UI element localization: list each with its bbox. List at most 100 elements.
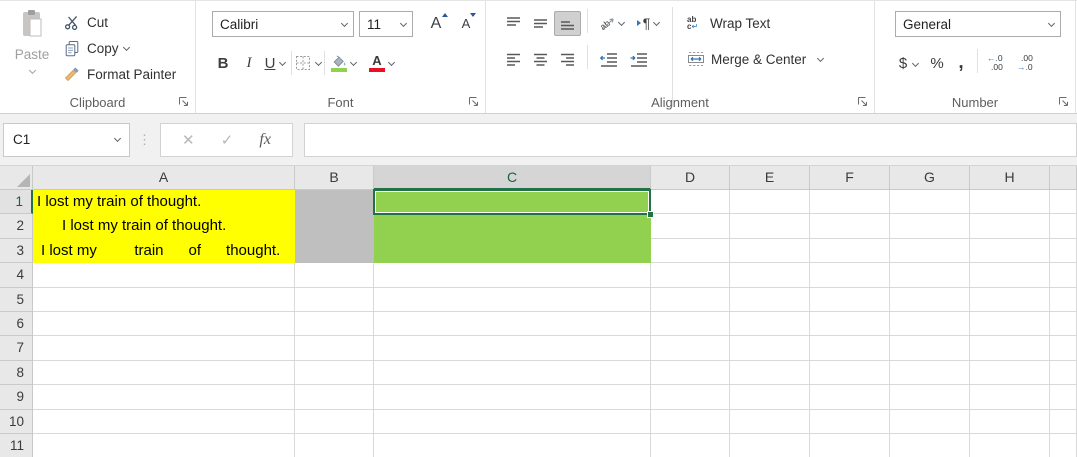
cell-x5[interactable] [1050, 288, 1077, 312]
cell-H6[interactable] [970, 312, 1050, 336]
decrease-font-size-button[interactable]: A [451, 11, 481, 37]
cell-B7[interactable] [295, 336, 374, 360]
cell-B9[interactable] [295, 385, 374, 409]
cell-G4[interactable] [890, 263, 970, 287]
cell-D9[interactable] [651, 385, 730, 409]
cell-C8[interactable] [374, 361, 651, 385]
cell-D11[interactable] [651, 434, 730, 457]
cell-H10[interactable] [970, 410, 1050, 434]
increase-font-size-button[interactable]: A [421, 11, 451, 37]
cell-D4[interactable] [651, 263, 730, 287]
cell-H9[interactable] [970, 385, 1050, 409]
cell-B4[interactable] [295, 263, 374, 287]
cell-E9[interactable] [730, 385, 810, 409]
col-header-D[interactable]: D [651, 166, 730, 190]
cell-F11[interactable] [810, 434, 890, 457]
cell-G5[interactable] [890, 288, 970, 312]
row-header-10[interactable]: 10 [0, 410, 33, 434]
formula-bar-splitter[interactable]: ⋮ [130, 132, 160, 148]
font-dialog-launcher[interactable] [467, 95, 481, 109]
cell-F10[interactable] [810, 410, 890, 434]
cell-H11[interactable] [970, 434, 1050, 457]
cell-G7[interactable] [890, 336, 970, 360]
cell-A3[interactable]: I lost my train of thought. [33, 239, 295, 263]
row-header-8[interactable]: 8 [0, 361, 33, 385]
orientation-button[interactable]: ab [594, 11, 628, 36]
cell-D2[interactable] [651, 214, 730, 238]
cell-C2[interactable] [374, 214, 651, 238]
merge-center-button[interactable]: Merge & Center [687, 45, 823, 73]
cell-D6[interactable] [651, 312, 730, 336]
cell-C4[interactable] [374, 263, 651, 287]
cell-F1[interactable] [810, 190, 890, 214]
cell-A11[interactable] [33, 434, 295, 457]
cell-G11[interactable] [890, 434, 970, 457]
cell-x1[interactable] [1050, 190, 1077, 214]
cell-H1[interactable] [970, 190, 1050, 214]
cell-H2[interactable] [970, 214, 1050, 238]
cell-A7[interactable] [33, 336, 295, 360]
row-header-7[interactable]: 7 [0, 336, 33, 360]
cell-E8[interactable] [730, 361, 810, 385]
col-header-B[interactable]: B [295, 166, 374, 190]
cell-D10[interactable] [651, 410, 730, 434]
bottom-align-button[interactable] [554, 11, 581, 36]
decrease-decimal-button[interactable]: .00 →.0 [1017, 50, 1043, 76]
number-dialog-launcher[interactable] [1057, 95, 1071, 109]
cell-G1[interactable] [890, 190, 970, 214]
cell-B8[interactable] [295, 361, 374, 385]
col-header-A[interactable]: A [33, 166, 295, 190]
cell-A9[interactable] [33, 385, 295, 409]
cell-C5[interactable] [374, 288, 651, 312]
fill-color-button[interactable] [328, 50, 350, 76]
cell-C10[interactable] [374, 410, 651, 434]
number-format-select[interactable]: General [895, 11, 1061, 37]
row-header-1[interactable]: 1 [0, 190, 33, 214]
cell-x7[interactable] [1050, 336, 1077, 360]
cell-D3[interactable] [651, 239, 730, 263]
align-left-button[interactable] [500, 47, 527, 72]
cell-H3[interactable] [970, 239, 1050, 263]
cell-G8[interactable] [890, 361, 970, 385]
cell-A8[interactable] [33, 361, 295, 385]
clipboard-dialog-launcher[interactable] [177, 95, 191, 109]
cell-B10[interactable] [295, 410, 374, 434]
cut-button[interactable]: Cut [60, 9, 180, 35]
cell-H5[interactable] [970, 288, 1050, 312]
insert-function-icon[interactable]: fx [259, 131, 271, 149]
comma-style-button[interactable]: , [950, 50, 972, 76]
fill-handle[interactable] [647, 211, 654, 218]
col-header-G[interactable]: G [890, 166, 970, 190]
select-all-button[interactable] [0, 166, 33, 190]
cell-x9[interactable] [1050, 385, 1077, 409]
row-header-2[interactable]: 2 [0, 214, 33, 238]
cell-G2[interactable] [890, 214, 970, 238]
cell-F3[interactable] [810, 239, 890, 263]
col-header-H[interactable]: H [970, 166, 1050, 190]
percent-style-button[interactable]: % [924, 50, 950, 76]
col-header-partial[interactable] [1050, 166, 1077, 190]
cell-C7[interactable] [374, 336, 651, 360]
row-header-9[interactable]: 9 [0, 385, 33, 409]
cell-A5[interactable] [33, 288, 295, 312]
cell-B5[interactable] [295, 288, 374, 312]
cell-E6[interactable] [730, 312, 810, 336]
cell-F8[interactable] [810, 361, 890, 385]
bold-button[interactable]: B [210, 50, 236, 76]
decrease-indent-button[interactable] [594, 47, 624, 72]
cell-B2[interactable] [295, 214, 374, 238]
cell-x6[interactable] [1050, 312, 1077, 336]
cell-F2[interactable] [810, 214, 890, 238]
cell-F9[interactable] [810, 385, 890, 409]
cell-G9[interactable] [890, 385, 970, 409]
cell-E10[interactable] [730, 410, 810, 434]
cell-A6[interactable] [33, 312, 295, 336]
cell-B1[interactable] [295, 190, 374, 214]
increase-decimal-button[interactable]: ←.0 .00 [987, 50, 1013, 76]
cell-E11[interactable] [730, 434, 810, 457]
cell-x3[interactable] [1050, 239, 1077, 263]
align-center-button[interactable] [527, 47, 554, 72]
accounting-format-button[interactable]: $ [893, 50, 913, 76]
cell-C6[interactable] [374, 312, 651, 336]
borders-button[interactable] [295, 50, 321, 76]
